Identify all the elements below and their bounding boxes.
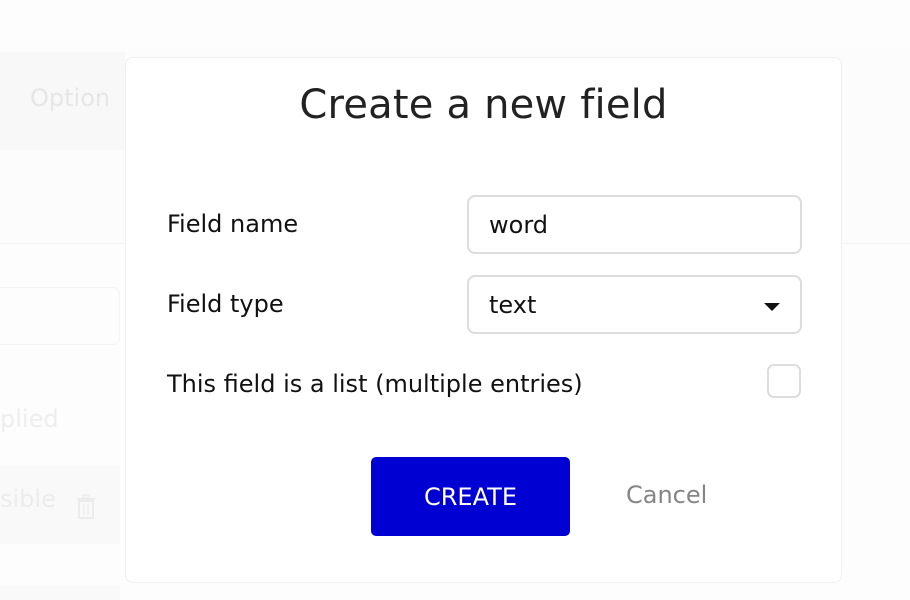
is-list-label: This field is a list (multiple entries) bbox=[167, 370, 583, 398]
background-input bbox=[0, 287, 120, 345]
cancel-button[interactable]: Cancel bbox=[626, 481, 707, 509]
trash-icon bbox=[77, 494, 95, 519]
create-button[interactable]: CREATE bbox=[371, 457, 570, 536]
dialog-title: Create a new field bbox=[299, 82, 668, 128]
field-name-input[interactable] bbox=[467, 195, 802, 254]
background-bottom-row bbox=[0, 586, 120, 600]
field-type-dropdown[interactable]: text bbox=[467, 275, 802, 334]
is-list-checkbox[interactable] bbox=[767, 364, 801, 398]
caret-down-icon bbox=[764, 303, 780, 311]
background-applied-label: plied bbox=[0, 405, 59, 433]
field-name-label: Field name bbox=[167, 210, 299, 238]
background-option-label: Option bbox=[30, 84, 111, 112]
field-type-selected-value: text bbox=[489, 291, 537, 319]
field-type-label: Field type bbox=[167, 290, 284, 318]
background-visible-label: sible bbox=[0, 485, 56, 513]
create-field-dialog: Create a new field Field name Field type… bbox=[125, 57, 842, 583]
